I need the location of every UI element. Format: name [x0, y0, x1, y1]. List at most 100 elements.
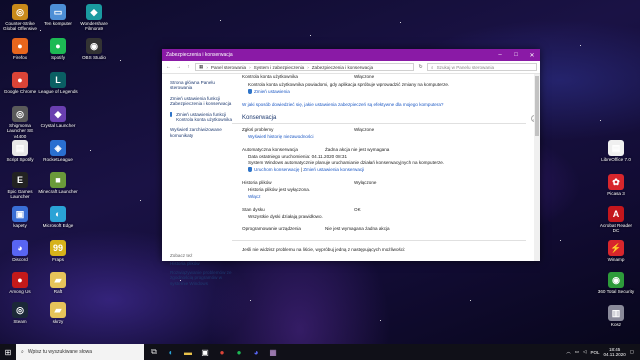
desktop-icon-fraps[interactable]: 99 Fraps [38, 240, 78, 262]
window-titlebar[interactable]: Zabezpieczenia i konserwacja – □ ✕ [162, 49, 540, 61]
auto-maintenance-label: Automatyczna konserwacja [242, 147, 298, 152]
search-input[interactable]: ⌕ Szukaj w Panelu sterowania [427, 63, 537, 71]
desktop-icon-minecraft-launcher[interactable]: ■ Minecraft Launcher [38, 172, 78, 194]
chrome-taskbar-icon[interactable]: ● [215, 345, 229, 359]
auto-maintenance-last-run: Data ostatniego uruchomienia: 04.11.2020… [248, 154, 348, 159]
libreoffice-7-0-icon: ▤ [608, 140, 624, 156]
link-control-panel-home[interactable]: Strona główna Panelu sterowania [170, 80, 232, 91]
refresh-icon[interactable]: ↻ [417, 65, 424, 70]
breadcrumb-system-security[interactable]: System i zabezpieczenia [254, 65, 305, 70]
reliability-history-link[interactable]: Wyświetl historię niezawodności [248, 134, 314, 139]
scrollbar-thumb[interactable] [535, 76, 539, 136]
taskbar-search-input[interactable]: ⌕ Wpisz tu wyszukiwane słowa [16, 344, 144, 360]
microsoft-edge-icon: ◐ [50, 206, 66, 222]
desktop-icon-obs-studio[interactable]: ◉ OBS Studio [74, 38, 114, 60]
desktop-icon-label: Among Us [9, 289, 31, 294]
desktop-icon-label: Raft [53, 289, 63, 294]
security-help-link[interactable]: W jaki sposób dowiedzieć się, jakie usta… [242, 102, 443, 107]
desktop-icon-360-total-security[interactable]: ◉ 360 Total Security [596, 272, 636, 294]
discord-taskbar-icon[interactable]: ◕ [249, 345, 263, 359]
desktop-icon-microsoft-edge[interactable]: ◐ Microsoft Edge [38, 206, 78, 228]
desktop-icon-rocketleague[interactable]: ◈ RocketLeague [38, 140, 78, 162]
desktop-icon-league-of-legends[interactable]: L League of Legends [38, 72, 78, 94]
desktop-icon-raft[interactable]: ▰ Raft [38, 272, 78, 294]
file-history-enable-link[interactable]: Włącz [248, 194, 261, 199]
desktop-icon-among-us[interactable]: ● Among Us [0, 272, 40, 294]
desktop-icon-discord[interactable]: ◕ Discord [0, 240, 40, 262]
desktop-icon-wondershare-filmora9[interactable]: ◆ Wondershare Filmora9 [74, 4, 114, 32]
minimize-icon[interactable]: – [492, 52, 508, 58]
volume-icon[interactable]: ◁ [583, 349, 586, 355]
desktop-icon-steam[interactable]: ◎ Steam [0, 302, 40, 324]
link-archived-messages[interactable]: Wyświetl zarchiwizowane komunikaty [170, 127, 232, 138]
start-maintenance-link[interactable]: Uruchom konserwację [254, 167, 299, 172]
obs-studio-icon: ◉ [86, 38, 102, 54]
file-explorer-icon[interactable]: ▬ [181, 345, 195, 359]
change-maintenance-settings-link[interactable]: Zmień ustawienia konserwacji [303, 167, 364, 172]
desktop-icon-winamp[interactable]: ⚡ Winamp [596, 240, 636, 262]
back-arrow-icon[interactable]: ← [165, 65, 172, 70]
forward-arrow-icon[interactable]: → [175, 65, 182, 70]
see-also-section: Zobacz też Historia plików Rozwiązywanie… [170, 253, 232, 289]
file-history-description: Historia plików jest wyłączona. [248, 187, 311, 192]
breadcrumb-security-maintenance[interactable]: Zabezpieczenia i konserwacja [312, 65, 373, 70]
uac-change-settings-link[interactable]: Zmień ustawienia [248, 89, 290, 94]
close-icon[interactable]: ✕ [524, 52, 540, 59]
desktop-icon-label: Fraps [52, 257, 64, 262]
windows-logo-icon: ⊞ [4, 347, 12, 357]
edge-taskbar-icon[interactable]: ◐ [164, 345, 178, 359]
shield-icon [248, 89, 252, 94]
link-compatibility-troubleshooter[interactable]: Rozwiązywanie problemów ze zgodnością pr… [170, 270, 232, 286]
store-icon[interactable]: ▣ [198, 345, 212, 359]
desktop-icon-label: Epic Games Launcher [7, 189, 33, 200]
link-file-history[interactable]: Historia plików [170, 261, 232, 266]
notifications-icon[interactable]: ▢ [630, 349, 634, 355]
desktop-icon-spotify[interactable]: ● Spotify [38, 38, 78, 60]
file-history-value: Wyłączone [354, 180, 377, 185]
network-icon[interactable]: ▭ [575, 349, 579, 355]
maximize-icon[interactable]: □ [508, 52, 524, 58]
control-panel-taskbar-icon[interactable]: ▦ [266, 345, 280, 359]
desktop-icon-epic-games-launcher[interactable]: E Epic Games Launcher [0, 172, 40, 200]
desktop-icon-skrzy[interactable]: ▰ skrzy [38, 302, 78, 324]
desktop-icon-script-spotify[interactable]: ▤ Script Spotify [0, 140, 40, 162]
navigation-bar: ← → ↑ ▦ › Panel sterowania › System i za… [162, 61, 540, 74]
desktop-icon-acrobat-reader-dc[interactable]: A Acrobat Reader DC [596, 206, 636, 234]
desktop-icon-firefox[interactable]: ● Firefox [0, 38, 40, 60]
file-history-label: Historia plików [242, 180, 272, 185]
counter-strike-global-offensive-icon: ◎ [12, 4, 28, 20]
desktop-icon-ten-komputer[interactable]: ▭ Ten komputer [38, 4, 78, 26]
link-change-security-settings[interactable]: Zmień ustawienia funkcji Zabezpieczenia … [170, 96, 232, 107]
desktop-icon-counter-strike-global-offensive[interactable]: ◎ Counter-Strike Global Offensive [0, 4, 40, 32]
desktop-icon-crystal-launcher[interactable]: ◆ Crystal Launcher [38, 106, 78, 128]
up-arrow-icon[interactable]: ↑ [185, 65, 192, 70]
language-indicator[interactable]: POL [591, 350, 600, 355]
task-view-icon[interactable]: ⧉ [147, 345, 161, 359]
desktop-icon-google-chrome[interactable]: ● Google Chrome [0, 72, 40, 94]
tray-chevron-icon[interactable]: ︿ [566, 349, 571, 355]
clock[interactable]: 18:45 04.11.2020 [604, 347, 626, 357]
spotify-taskbar-icon[interactable]: ● [232, 345, 246, 359]
breadcrumb-control-panel[interactable]: Panel sterowania [211, 65, 246, 70]
link-change-uac-settings[interactable]: Zmień ustawienia funkcji Kontrola konta … [170, 111, 232, 123]
desktop-icon-kosz[interactable]: ▥ Kosz [596, 305, 636, 327]
maintenance-heading: Konserwacja [242, 115, 277, 121]
raft-icon: ▰ [50, 272, 66, 288]
device-software-label: Oprogramowanie urządzenia [242, 226, 301, 231]
drive-status-label: Stan dysku [242, 207, 265, 212]
uac-value: Włączone [354, 74, 375, 79]
start-button[interactable]: ⊞ [0, 344, 16, 360]
desktop-icon-libreoffice-7-0[interactable]: ▤ LibreOffice 7.0 [596, 140, 636, 162]
crystal-launcher-icon: ◆ [50, 106, 66, 122]
desktop-icon-label: 360 Total Security [597, 289, 635, 294]
desktop-icon-picasa-3[interactable]: ✿ Picasa 3 [596, 174, 636, 196]
drive-status-description: Wszystkie dyski działają prawidłowo. [248, 214, 323, 219]
control-panel-icon: ▦ [199, 64, 204, 69]
desktop-icon-kapety[interactable]: ▣ kapety [0, 206, 40, 228]
window-title: Zabezpieczenia i konserwacja [166, 52, 233, 58]
desktop-icon-shigmoma-launcher-se-v4400[interactable]: ◎ Shigmoma Launcher SE v4400 [0, 106, 40, 139]
epic-games-launcher-icon: E [12, 172, 28, 188]
desktop-icon-label: Kosz [610, 322, 622, 327]
address-bar[interactable]: ▦ › Panel sterowania › System i zabezpie… [195, 63, 414, 71]
main-scrollbar[interactable] [534, 74, 540, 261]
